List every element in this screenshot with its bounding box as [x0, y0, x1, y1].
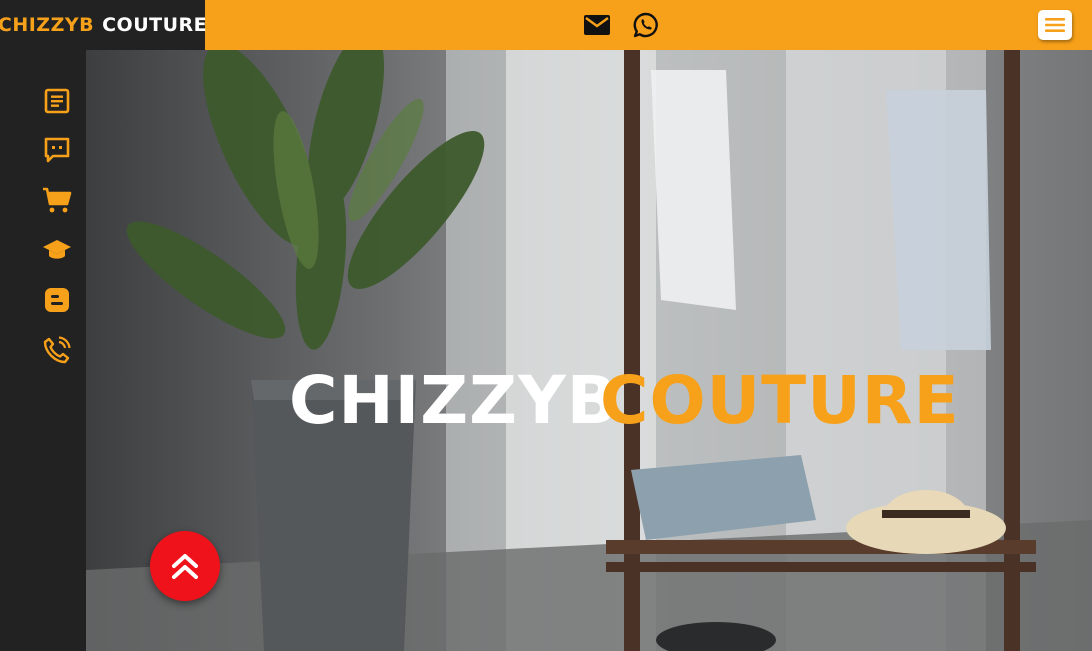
hamburger-menu-button[interactable] — [1038, 10, 1072, 40]
sidebar-item-articles[interactable] — [40, 84, 74, 118]
sidebar-item-courses[interactable] — [40, 233, 74, 267]
hero-background-image — [86, 50, 1092, 651]
sidebar — [0, 50, 86, 651]
hero-title-part1: CHIZZYB — [289, 362, 619, 439]
top-bar: CHIZZYB COUTURE — [0, 0, 1092, 50]
mail-icon[interactable] — [581, 9, 613, 41]
blogger-icon — [45, 288, 69, 312]
hamburger-menu-icon — [1045, 18, 1065, 32]
article-icon — [44, 88, 70, 114]
double-chevron-up-icon — [172, 554, 198, 579]
brand-logo-part2: COUTURE — [102, 14, 208, 36]
hero-title-part2: COUTURE — [600, 362, 960, 439]
whatsapp-icon[interactable] — [630, 9, 662, 41]
sidebar-item-shop[interactable] — [40, 183, 74, 217]
hero-banner: CHIZZYBCOUTURE — [86, 50, 1092, 651]
graduation-cap-icon — [43, 240, 71, 259]
scroll-to-top-button[interactable] — [150, 531, 220, 601]
phone-call-icon — [43, 336, 71, 364]
sidebar-item-contact[interactable] — [40, 333, 74, 367]
cart-icon — [43, 187, 72, 213]
hero-title: CHIZZYBCOUTURE — [289, 362, 960, 439]
brand-logo[interactable]: CHIZZYB COUTURE — [0, 0, 208, 50]
brand-logo-part1: CHIZZYB — [0, 14, 95, 36]
sidebar-item-chat[interactable] — [40, 133, 74, 167]
sidebar-item-blog[interactable] — [40, 283, 74, 317]
chat-icon — [44, 137, 70, 163]
